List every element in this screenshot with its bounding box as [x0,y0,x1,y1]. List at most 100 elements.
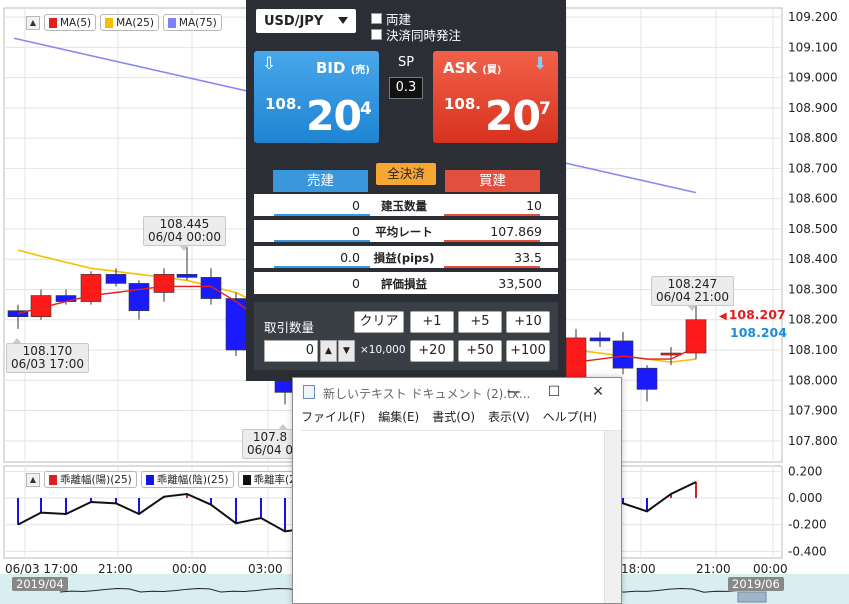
row-label: 評価損益 [381,277,427,291]
add-50-button[interactable]: +50 [458,340,502,362]
ask-buy-button[interactable]: ASK (買) ⬇ 108. 20 7 [433,51,558,143]
add-20-button[interactable]: +20 [410,340,454,362]
add-10-button[interactable]: +10 [506,311,550,333]
close-all-button[interactable]: 全決済 [376,163,436,185]
legend-dev-positive[interactable]: 乖離幅(陽)(25) [44,471,137,488]
ask-price-prefix: 108. [444,95,482,113]
legend-ma25[interactable]: MA(25) [100,14,159,31]
notepad-menu-bar: ファイル(F) 編集(E) 書式(O) 表示(V) ヘルプ(H) [293,408,621,428]
chevron-down-icon [338,17,348,24]
osc-tick-label: -0.200 [788,518,827,532]
ask-price-pips: 20 [485,92,541,140]
candle-body [636,367,658,390]
bid-price-fraction: 4 [360,99,372,119]
high-callout: 108.445 06/04 00:00 [143,216,226,251]
high-callout-time: 06/04 00:00 [148,230,221,244]
quantity-decrement-button[interactable]: ▼ [338,340,355,362]
time-tick-label: 06/03 17:00 [5,562,78,576]
menu-edit[interactable]: 編集(E) [378,408,419,428]
buy-position-tab[interactable]: 買建 [445,170,540,192]
add-5-button[interactable]: +5 [458,311,502,333]
candle-body [55,295,77,302]
low-callout: 107.8 06/04 0 [242,424,299,459]
notepad-window[interactable]: 新しいテキスト ドキュメント (2).tx... — ☐ ✕ ファイル(F) 編… [292,377,622,604]
sell-underline [274,266,370,268]
bid-label: BID [316,59,346,77]
maximize-button[interactable]: ☐ [545,383,563,401]
settle-order-checkbox[interactable]: 決済同時発注 [371,25,461,44]
menu-help[interactable]: ヘルプ(H) [543,408,597,428]
callout-pointer [12,338,22,344]
callout-pointer [687,305,698,311]
bid-price-prefix: 108. [265,95,303,113]
bid-tag-value: 108.204 [730,325,787,340]
close-button[interactable]: ✕ [589,383,607,401]
ask-sub-label: (買) [482,65,502,76]
position-row-average-rate: 0 平均レート 107.869 [254,220,558,242]
legend-ma25-label: MA(25) [116,16,154,29]
quantity-increment-button[interactable]: ▲ [320,340,337,362]
quantity-input[interactable]: 0 [264,340,318,362]
buy-pnl: 33,500 [498,276,542,291]
menu-file[interactable]: ファイル(F) [301,408,365,428]
time-tick-label: 00:00 [172,562,207,576]
sell-quantity: 0 [352,198,360,213]
last-callout: 108.247 06/04 21:00 [651,276,734,311]
legend-dev-positive-label: 乖離幅(陽)(25) [60,474,132,486]
candle-body [153,274,175,293]
price-tick-label: 109.000 [788,71,838,85]
buy-underline [444,266,540,268]
oscillator-legend: ▲ 乖離幅(陽)(25) 乖離幅(陰)(25) 乖離率(25) [26,470,312,489]
legend-ma5[interactable]: MA(5) [44,14,97,31]
candle-body [176,274,198,278]
clear-quantity-button[interactable]: クリア [354,311,404,333]
sell-position-tab[interactable]: 売建 [273,170,368,192]
price-tick-label: 108.500 [788,222,838,236]
price-tick-label: 108.200 [788,313,838,327]
ma5-swatch [49,17,57,28]
legend-collapse-toggle[interactable]: ▲ [26,15,40,30]
notepad-title-bar[interactable]: 新しいテキスト ドキュメント (2).tx... — ☐ ✕ [293,378,621,406]
trade-panel: USD/JPY 両建 決済同時発注 ⇩ BID (売) 108. 20 4 SP… [246,0,566,381]
range-start-label: 2019/04 [12,577,68,591]
bid-price-tag: 108.204 [730,325,787,340]
price-tick-label: 108.100 [788,343,838,357]
notepad-text-area[interactable] [301,430,621,603]
buy-pips: 33.5 [514,250,542,265]
hedge-checkbox-box[interactable] [371,13,382,24]
spread-label: SP [397,55,415,70]
price-tick-label: 108.800 [788,131,838,145]
time-tick-label: 21:00 [98,562,133,576]
row-label: 建玉数量 [381,199,427,213]
price-tick-label: 107.800 [788,434,838,448]
osc-legend-collapse-toggle[interactable]: ▲ [26,472,40,487]
settle-order-checkbox-box[interactable] [371,29,382,40]
time-tick-label: 03:00 [248,562,283,576]
bid-sub-label: (売) [350,65,370,76]
minimize-button[interactable]: — [505,383,523,401]
price-tick-label: 108.900 [788,101,838,115]
menu-view[interactable]: 表示(V) [488,408,530,428]
callout-pointer [278,424,288,430]
ma25-swatch [105,17,114,28]
bid-price-pips: 20 [306,92,362,140]
buy-quantity: 10 [526,198,542,213]
time-tick-label: 18:00 [621,562,656,576]
price-tick-label: 108.300 [788,282,838,296]
range-end-label: 2019/06 [728,577,784,591]
menu-format[interactable]: 書式(O) [432,408,475,428]
legend-ma5-label: MA(5) [60,16,92,29]
ask-tag-value: 108.207 [728,307,786,322]
currency-pair-select[interactable]: USD/JPY [256,9,356,33]
legend-ma75[interactable]: MA(75) [162,14,222,31]
time-tick-label: 00:00 [753,562,788,576]
notepad-scrollbar[interactable] [604,431,621,603]
bid-sell-button[interactable]: ⇩ BID (売) 108. 20 4 [254,51,379,143]
notepad-title: 新しいテキスト ドキュメント (2).tx... [323,387,531,401]
position-row-quantity: 0 建玉数量 10 [254,194,558,216]
legend-dev-negative[interactable]: 乖離幅(陰)(25) [140,471,234,488]
arrow-down-filled-icon: ⬇ [533,54,548,74]
osc-tick-label: 0.200 [788,464,822,478]
add-1-button[interactable]: +1 [410,311,454,333]
add-100-button[interactable]: +100 [506,340,550,362]
